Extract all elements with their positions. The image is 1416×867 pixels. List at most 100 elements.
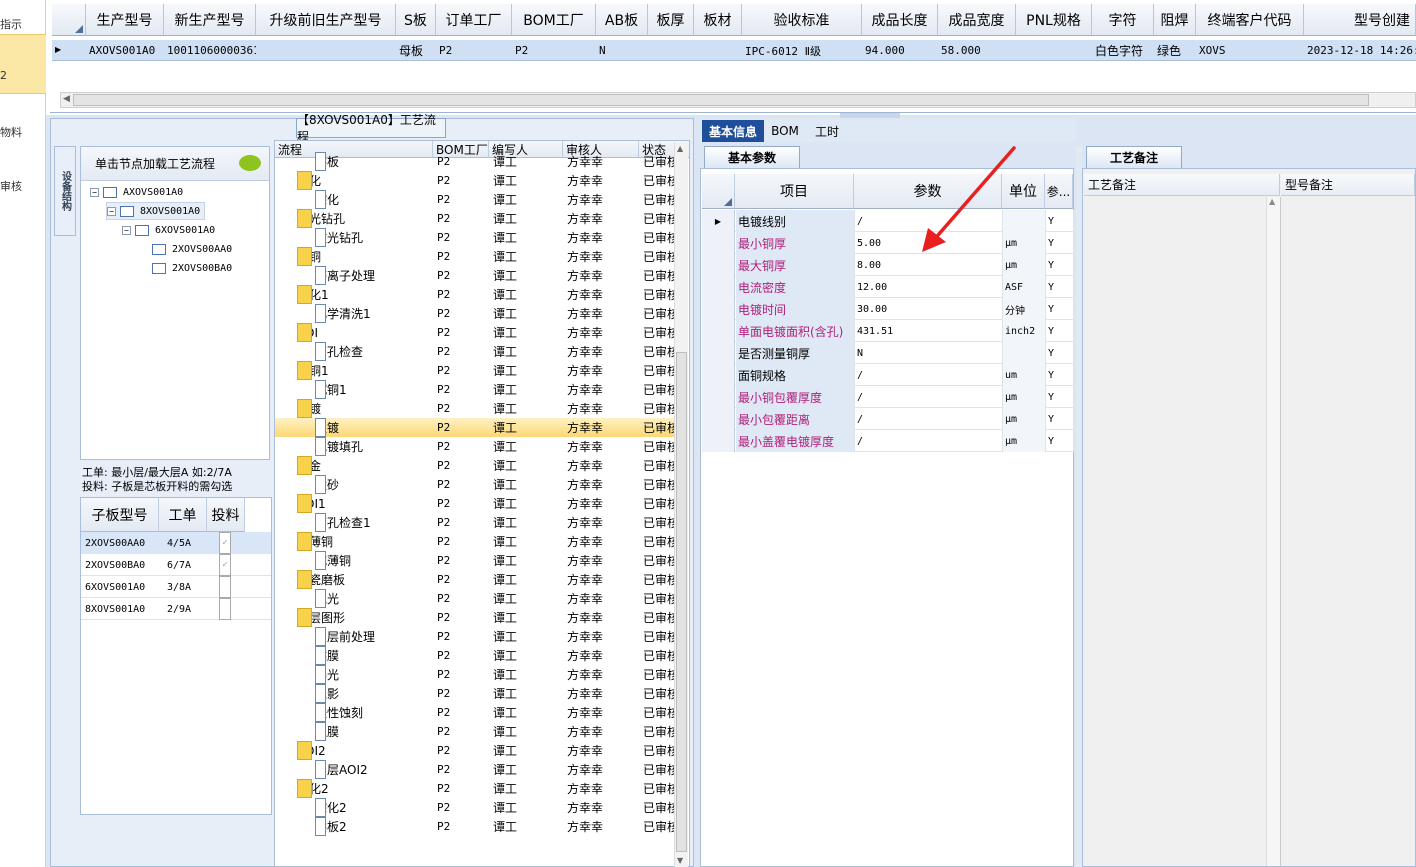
col-header[interactable]: 终端客户代码 [1196,4,1304,36]
col-header[interactable]: 验收标准 [742,4,862,36]
tab-basic-params[interactable]: 基本参数 [704,146,800,168]
checkbox[interactable] [219,598,231,620]
cell[interactable]: 白色字符 [1092,40,1154,61]
col-header[interactable]: 型号备注 [1281,174,1415,196]
tree-node[interactable]: 2XOVS00BA0 [152,259,232,277]
flow-row[interactable]: 减薄铜−P2谭工方幸幸已审核 [275,532,679,551]
flow-row[interactable]: 棕化1−P2谭工方幸幸已审核 [275,285,679,304]
col-header[interactable]: 订单工厂 [436,4,512,36]
flow-row[interactable]: 棕化 P2 谭工 方幸幸 已审核 [275,190,679,209]
flow-row[interactable]: 退膜 P2 谭工 方幸幸 已审核 [275,722,679,741]
flow-row[interactable]: 沉铜1−P2谭工方幸幸已审核 [275,361,679,380]
col-header[interactable]: AB板 [596,4,648,36]
tab-process-notes[interactable]: 工艺备注 [1086,146,1182,168]
vertical-scrollbar[interactable]: ▲ ▼ [674,142,688,867]
param-value[interactable]: / [855,386,1003,408]
flow-row[interactable]: 内层前处理 P2 谭工 方幸幸 已审核 [275,627,679,646]
table-row[interactable]: 2XOVS00BA0 6/7A ✓ [81,554,271,576]
flow-row[interactable]: 沉铜1 P2 谭工 方幸幸 已审核 [275,380,679,399]
vertical-scrollbar[interactable]: ▲ [1266,197,1280,866]
param-value[interactable]: / [855,430,1003,452]
flow-row[interactable]: 内层图形−P2谭工方幸幸已审核 [275,608,679,627]
flow-row[interactable]: 板镀 P2 谭工 方幸幸 已审核 [275,418,679,437]
nav-item[interactable]: 指示 [0,16,46,32]
cell[interactable]: 10011060000361 [164,40,256,61]
col-header[interactable]: S板 [396,4,436,36]
flow-row[interactable]: 内层AOI2 P2 谭工 方幸幸 已审核 [275,760,679,779]
flow-row[interactable]: 烘板 P2 谭工 方幸幸 已审核 [275,152,679,171]
col-header[interactable]: 板材 [694,4,742,36]
table-row[interactable]: 6XOVS001A0 3/8A [81,576,271,598]
col-header[interactable]: 升级前旧生产型号 [256,4,396,36]
param-value[interactable]: N [855,342,1003,364]
param-row[interactable]: 是否测量铜厚 N Y [702,342,1074,364]
collapse-icon[interactable]: − [90,187,99,197]
flow-row[interactable]: AOI2−P2谭工方幸幸已审核 [275,741,679,760]
tab-bom[interactable]: BOM [766,120,804,142]
col-header[interactable]: 投料 [207,498,245,532]
cell[interactable]: 绿色 [1154,40,1196,61]
param-value[interactable]: / [855,408,1003,430]
param-value[interactable]: 30.00 [855,298,1003,320]
flow-row[interactable]: 盲孔检查1 P2 谭工 方幸幸 已审核 [275,513,679,532]
col-header[interactable]: BOM工厂 [512,4,596,36]
flow-row[interactable]: 盲孔检查 P2 谭工 方幸幸 已审核 [275,342,679,361]
flow-row[interactable]: AOI−P2谭工方幸幸已审核 [275,323,679,342]
param-row[interactable]: 面铜规格 / um Y [702,364,1074,386]
col-header[interactable]: 板厚 [648,4,694,36]
col-header[interactable]: 成品长度 [862,4,938,36]
flow-row[interactable]: 烘板2 P2 谭工 方幸幸 已审核 [275,817,679,836]
col-header[interactable]: 型号创建 [1304,4,1416,36]
tree-node[interactable]: 2XOVS00AA0 [152,240,232,258]
cell[interactable]: 58.000 [938,40,1016,61]
col-header[interactable]: PNL规格 [1016,4,1092,36]
param-row[interactable]: 最小盖覆电镀厚度 / μm Y [702,430,1074,452]
flow-row[interactable]: 减薄铜 P2 谭工 方幸幸 已审核 [275,551,679,570]
nav-item-selected[interactable]: 2 [0,34,46,94]
flow-row[interactable]: 激光钻孔 P2 谭工 方幸幸 已审核 [275,228,679,247]
param-value[interactable]: 12.00 [855,276,1003,298]
flow-row[interactable]: 贴膜 P2 谭工 方幸幸 已审核 [275,646,679,665]
cell[interactable]: P2 [512,40,596,61]
col-header[interactable]: 子板型号 [81,498,159,532]
col-header[interactable]: 成品宽度 [938,4,1016,36]
vertical-tab-structure[interactable]: 设备结构 [54,146,76,236]
tab-basic-info[interactable]: 基本信息 [702,120,764,142]
col-header[interactable]: 字符 [1092,4,1154,36]
scroll-left-icon[interactable]: ◀ [63,94,70,104]
tree-node-selected[interactable]: − 8XOVS001A0 [106,202,206,220]
cell[interactable]: IPC-6012 Ⅱ级 [742,40,862,61]
scroll-down-icon[interactable]: ▼ [677,856,683,865]
flow-row[interactable]: 棕化2 P2 谭工 方幸幸 已审核 [275,798,679,817]
flow-row[interactable]: 酸性蚀刻 P2 谭工 方幸幸 已审核 [275,703,679,722]
cell[interactable]: N [596,40,648,61]
flow-row[interactable]: 电镀填孔 P2 谭工 方幸幸 已审核 [275,437,679,456]
flow-row[interactable]: 沉金−P2谭工方幸幸已审核 [275,456,679,475]
process-flow-tab[interactable]: 【8XOVS001A0】工艺流程 [296,113,446,144]
flow-row[interactable]: 喷砂 P2 谭工 方幸幸 已审核 [275,475,679,494]
flow-row[interactable]: 显影 P2 谭工 方幸幸 已审核 [275,684,679,703]
flow-row[interactable]: 等离子处理 P2 谭工 方幸幸 已审核 [275,266,679,285]
horizontal-scrollbar[interactable]: ◀ [60,92,1416,108]
col-header[interactable]: 工单 [159,498,207,532]
scroll-up-icon[interactable]: ▲ [1267,197,1280,206]
cell[interactable]: 94.000 [862,40,938,61]
param-row[interactable]: 单面电镀面积(含孔) 431.51 inch2 Y [702,320,1074,342]
param-row[interactable]: 电流密度 12.00 ASF Y [702,276,1074,298]
scroll-thumb[interactable] [73,94,1369,106]
flow-row[interactable]: 棕化−P2谭工方幸幸已审核 [275,171,679,190]
flow-row[interactable]: 激光钻孔−P2谭工方幸幸已审核 [275,209,679,228]
nav-item[interactable]: 审核 [0,178,46,194]
flow-row[interactable]: AOI1−P2谭工方幸幸已审核 [275,494,679,513]
cell[interactable]: P2 [436,40,512,61]
col-header[interactable]: 生产型号 [86,4,164,36]
checkbox[interactable]: ✓ [219,554,231,576]
scroll-thumb[interactable] [676,352,687,852]
tree-node[interactable]: − 6XOVS001A0 [122,221,215,239]
cell[interactable]: XOVS [1196,40,1304,61]
table-row[interactable]: 8XOVS001A0 2/9A [81,598,271,620]
tree-node[interactable]: − AXOVS001A0 [90,183,183,201]
flow-row[interactable]: 曝光 P2 谭工 方幸幸 已审核 [275,665,679,684]
cell[interactable]: 母板 [396,40,436,61]
checkbox[interactable]: ✓ [219,532,231,554]
